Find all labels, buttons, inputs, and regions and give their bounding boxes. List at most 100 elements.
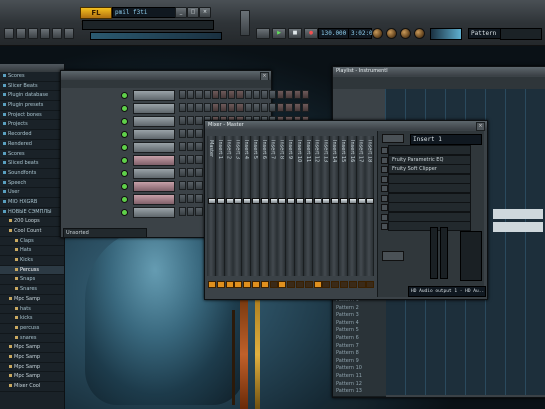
fx-slot[interactable]: [381, 183, 471, 193]
channel-name-button[interactable]: [133, 207, 175, 218]
step-button[interactable]: [187, 142, 195, 151]
track-enable-led[interactable]: [296, 281, 304, 288]
step-button[interactable]: [252, 103, 260, 112]
mixer-fader[interactable]: [208, 198, 216, 204]
mixer-fader[interactable]: [296, 198, 304, 204]
mixer-fader[interactable]: [243, 198, 252, 204]
mixer-fader[interactable]: [322, 198, 331, 204]
mixer-track[interactable]: Insert 15: [339, 136, 348, 288]
fx-enable-toggle[interactable]: [381, 213, 388, 221]
step-button[interactable]: [269, 103, 277, 112]
step-button[interactable]: [211, 103, 219, 112]
step-button[interactable]: [179, 155, 187, 164]
step-button[interactable]: [285, 90, 293, 99]
mixer-fader[interactable]: [313, 198, 322, 204]
playlist-title[interactable]: Playlist - Instrumentl: [333, 67, 545, 76]
step-button[interactable]: [260, 90, 269, 99]
step-button[interactable]: [203, 90, 211, 99]
step-button[interactable]: [187, 116, 195, 125]
channel-mute-led[interactable]: [121, 118, 128, 125]
fx-enable-toggle[interactable]: [381, 185, 388, 192]
fx-enable-toggle[interactable]: [381, 223, 388, 230]
maximize-button[interactable]: □: [187, 7, 199, 18]
track-enable-led[interactable]: [269, 281, 278, 288]
track-enable-led[interactable]: [348, 281, 357, 288]
tools-menu-button[interactable]: [64, 28, 74, 39]
step-button[interactable]: [195, 116, 203, 125]
step-button[interactable]: [179, 129, 187, 138]
browser-item[interactable]: Snaps: [0, 275, 64, 286]
step-sequencer-title[interactable]: [61, 71, 271, 80]
song-title-field[interactable]: pmil f3ti: [112, 7, 178, 18]
browser-item[interactable]: hats: [0, 305, 64, 315]
track-enable-led[interactable]: [322, 281, 331, 288]
pattern-song-toggle[interactable]: [256, 28, 270, 39]
mixer-fader[interactable]: [234, 198, 243, 204]
channel-mute-led[interactable]: [121, 92, 128, 99]
step-button[interactable]: [187, 103, 195, 112]
step-button[interactable]: [195, 207, 203, 216]
track-enable-led[interactable]: [208, 281, 216, 288]
channel-name-button[interactable]: [133, 181, 175, 192]
track-enable-led[interactable]: [234, 281, 243, 288]
eq-slider[interactable]: [430, 227, 438, 279]
step-button[interactable]: [211, 90, 219, 99]
app-logo[interactable]: FL STUDIO: [80, 7, 112, 27]
track-enable-led[interactable]: [216, 281, 225, 288]
step-button[interactable]: [179, 142, 187, 151]
close-button[interactable]: ×: [199, 7, 211, 18]
mixer-track[interactable]: Insert 6: [259, 136, 269, 288]
channel-name-button[interactable]: [133, 142, 175, 153]
step-button[interactable]: [252, 90, 260, 99]
view-menu-button[interactable]: [40, 28, 50, 39]
browser-item[interactable]: Kicks: [0, 256, 64, 266]
fx-slot[interactable]: [381, 145, 471, 155]
mixer-fader[interactable]: [348, 198, 357, 204]
stop-button[interactable]: ■: [288, 28, 302, 39]
mixer-fader[interactable]: [269, 198, 278, 204]
track-enable-led[interactable]: [243, 281, 252, 288]
track-enable-led[interactable]: [287, 281, 296, 288]
channel-name-button[interactable]: [133, 116, 175, 127]
step-button[interactable]: [195, 194, 203, 203]
step-button[interactable]: [179, 194, 187, 203]
master-volume-slider[interactable]: [240, 10, 250, 36]
main-pitch-knob[interactable]: [386, 28, 397, 39]
step-button[interactable]: [244, 90, 252, 99]
channel-name-button[interactable]: [133, 129, 175, 140]
mixer-fader[interactable]: [225, 198, 234, 204]
play-button[interactable]: ▶: [272, 28, 286, 39]
mixer-fader[interactable]: [304, 198, 313, 204]
step-button[interactable]: [179, 168, 187, 177]
mixer-fader[interactable]: [366, 198, 375, 204]
step-button[interactable]: [301, 103, 309, 112]
fx-slot[interactable]: [381, 211, 471, 222]
step-button[interactable]: [260, 103, 269, 112]
mixer-fader[interactable]: [340, 198, 348, 204]
fx-enable-toggle[interactable]: [381, 166, 388, 173]
step-button[interactable]: [195, 129, 203, 138]
browser-item[interactable]: Hats: [0, 246, 64, 257]
tempo-display[interactable]: 130.000: [318, 28, 350, 39]
mixer-fader[interactable]: [216, 198, 225, 204]
mixer-track[interactable]: Master: [207, 136, 216, 288]
channel-mute-led[interactable]: [121, 131, 128, 138]
playlist-track[interactable]: Pattern 13: [333, 388, 386, 397]
step-button[interactable]: [277, 90, 285, 99]
step-button[interactable]: [179, 116, 187, 125]
cpu-knob[interactable]: [414, 28, 425, 39]
mixer-track[interactable]: Insert 7: [268, 136, 278, 288]
fx-slot[interactable]: [381, 173, 471, 184]
channel-mute-led[interactable]: [121, 196, 128, 203]
channel-mute-led[interactable]: [121, 209, 128, 216]
step-button[interactable]: [219, 90, 228, 99]
step-button[interactable]: [277, 103, 285, 112]
step-button[interactable]: [236, 103, 244, 112]
browser-item[interactable]: Mixer Cool: [0, 382, 64, 392]
mixer-track[interactable]: Insert 16: [347, 136, 357, 288]
send-button[interactable]: [382, 251, 404, 261]
insert-name-field[interactable]: Insert 1: [410, 134, 482, 145]
playlist-block[interactable]: [493, 209, 543, 219]
mixer-track[interactable]: Insert 8: [277, 136, 287, 288]
step-button[interactable]: [203, 103, 211, 112]
